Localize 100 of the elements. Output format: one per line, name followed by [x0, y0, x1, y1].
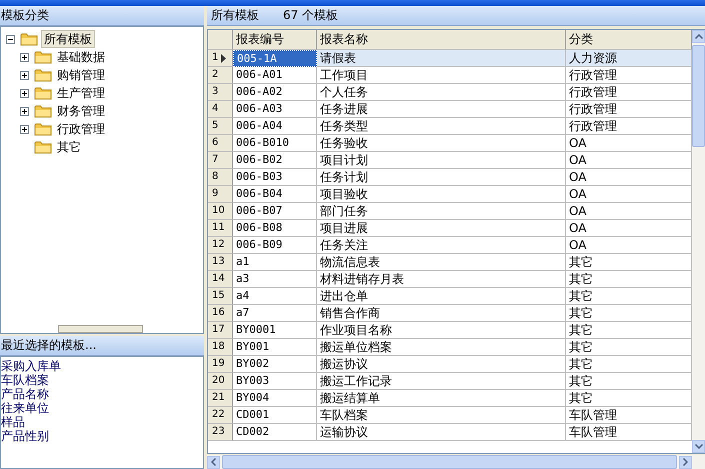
minus-box-icon[interactable] [6, 34, 15, 44]
table-cell: 物流信息表 [317, 254, 566, 271]
table-cell: 项目计划 [317, 152, 566, 169]
tree-item[interactable]: 所有模板 [41, 30, 95, 48]
tree-item[interactable]: 生产管理 [55, 85, 107, 101]
table-cell: BY004 [233, 390, 317, 407]
table-cell: a3 [233, 271, 317, 288]
row-number: 14 [208, 271, 233, 288]
scrollbar-thumb[interactable] [692, 45, 705, 147]
table-cell: 006-A02 [233, 84, 317, 101]
row-number: 9 [208, 186, 233, 203]
table-cell: 任务计划 [317, 169, 566, 186]
chevron-right-icon [683, 458, 688, 466]
header-cell [208, 30, 233, 50]
row-number: 18 [208, 339, 233, 356]
row-number: 2 [208, 67, 233, 84]
table-cell: 工作项目 [317, 67, 566, 84]
table-cell: a4 [233, 288, 317, 305]
table-cell: BY001 [233, 339, 317, 356]
column-header[interactable]: 报表编号 [233, 30, 317, 50]
folder-icon [20, 32, 38, 46]
plus-box-icon[interactable] [20, 124, 29, 134]
folder-icon [34, 68, 52, 82]
folder-icon [34, 104, 52, 118]
scroll-down-button[interactable] [692, 440, 705, 453]
folder-icon [34, 50, 52, 64]
table-cell: 作业项目名称 [317, 322, 566, 339]
table-cell: 搬运协议 [317, 356, 566, 373]
plus-box-icon[interactable] [20, 70, 29, 80]
recent-item[interactable]: 车队档案 [1, 373, 203, 387]
row-number: 23 [208, 424, 233, 441]
tree-item[interactable]: 行政管理 [55, 121, 107, 137]
table-cell: 任务验收 [317, 135, 566, 152]
chevron-up-icon [694, 34, 702, 39]
tree-item[interactable]: 购销管理 [55, 67, 107, 83]
row-number: 6 [208, 135, 233, 152]
row-pointer-icon [221, 54, 226, 62]
table-cell: 006-B03 [233, 169, 317, 186]
table-cell: 进出仓单 [317, 288, 566, 305]
table-cell: 006-B09 [233, 237, 317, 254]
table-cell: 006-B08 [233, 220, 317, 237]
table-cell: 搬运结算单 [317, 390, 566, 407]
recent-item[interactable]: 样品 [1, 415, 203, 429]
row-number: 16 [208, 305, 233, 322]
scrollbar-thumb[interactable] [58, 325, 143, 333]
scrollbar-thumb[interactable] [222, 455, 677, 469]
table-cell: 搬运工作记录 [317, 373, 566, 390]
chevron-left-icon [211, 458, 216, 466]
folder-icon [34, 86, 52, 100]
recent-item[interactable]: 采购入库单 [1, 359, 203, 373]
table-cell: 部门任务 [317, 203, 566, 220]
row-number: 22 [208, 407, 233, 424]
row-number: 15 [208, 288, 233, 305]
table-cell: 项目验收 [317, 186, 566, 203]
row-number: 3 [208, 84, 233, 101]
table-cell: 任务进展 [317, 101, 566, 118]
table-cell: BY002 [233, 356, 317, 373]
table-cell: 006-B02 [233, 152, 317, 169]
table-cell: CD001 [233, 407, 317, 424]
row-number: 12 [208, 237, 233, 254]
tree-item[interactable]: 其它 [55, 139, 83, 155]
plus-box-icon[interactable] [20, 88, 29, 98]
scroll-left-button[interactable] [207, 456, 220, 468]
table-cell: 005-1A [233, 50, 317, 67]
table-cell: 006-B07 [233, 203, 317, 220]
folder-icon [34, 140, 52, 154]
template-count: 67 个模板 [283, 7, 338, 24]
table-cell: a1 [233, 254, 317, 271]
row-number: 13 [208, 254, 233, 271]
tree-item[interactable]: 财务管理 [55, 103, 107, 119]
recent-item[interactable]: 产品名称 [1, 387, 203, 401]
panel-header: 所有模板 [211, 7, 259, 24]
table-cell: 个人任务 [317, 84, 566, 101]
plus-box-icon[interactable] [20, 106, 29, 116]
recent-item[interactable]: 产品性别 [1, 429, 203, 443]
column-header[interactable]: 报表名称 [317, 30, 566, 50]
table-cell: 销售合作商 [317, 305, 566, 322]
row-number: 7 [208, 152, 233, 169]
scroll-up-button[interactable] [692, 30, 705, 43]
row-number: 10 [208, 203, 233, 220]
plus-box-icon[interactable] [20, 52, 29, 62]
table-cell: BY0001 [233, 322, 317, 339]
row-number: 17 [208, 322, 233, 339]
row-number: 19 [208, 356, 233, 373]
chevron-down-icon [694, 444, 702, 449]
table-cell: 006-A01 [233, 67, 317, 84]
column-header[interactable]: 分类 [566, 30, 692, 50]
table-cell: 任务关注 [317, 237, 566, 254]
tree-item[interactable]: 基础数据 [55, 49, 107, 65]
table-cell: 006-A03 [233, 101, 317, 118]
table-cell: 006-B010 [233, 135, 317, 152]
recent-item[interactable]: 往来单位 [1, 401, 203, 415]
table-cell: 006-A04 [233, 118, 317, 135]
table-cell: 请假表 [317, 50, 566, 67]
panel-header: 最近选择的模板... [0, 336, 204, 356]
table-cell: CD002 [233, 424, 317, 441]
table-cell: BY003 [233, 373, 317, 390]
table-cell: 人力资源 [566, 50, 692, 67]
scroll-right-button[interactable] [679, 456, 692, 468]
table-cell: 材料进销存月表 [317, 271, 566, 288]
